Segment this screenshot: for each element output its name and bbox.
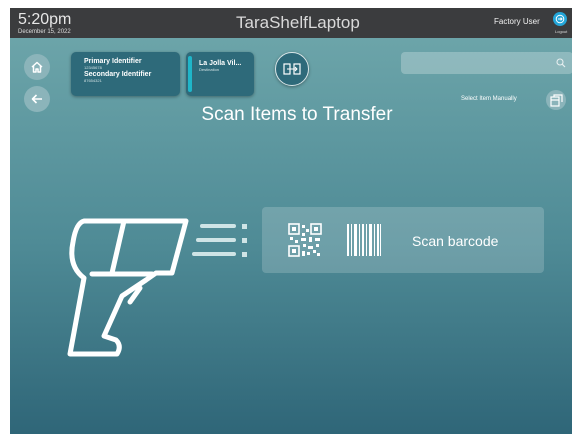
- home-icon: [31, 61, 43, 73]
- transfer-button[interactable]: [275, 52, 309, 86]
- select-item-manually-label[interactable]: Select Item Manually: [461, 96, 517, 102]
- clock-date: December 15, 2022: [18, 29, 71, 35]
- scan-barcode-label: Scan barcode: [412, 233, 499, 249]
- clock-time: 5:20pm: [18, 11, 72, 28]
- selected-indicator: [188, 56, 192, 92]
- destination-card[interactable]: La Jolla Vil... Destination: [186, 52, 254, 96]
- search-box: [401, 52, 572, 74]
- app-screen: 5:20pm December 15, 2022 TaraShelfLaptop…: [10, 8, 572, 434]
- user-name: Factory User: [494, 17, 540, 26]
- search-icon[interactable]: [556, 58, 566, 68]
- transfer-icon: [283, 63, 301, 75]
- qr-code-icon: [288, 223, 322, 257]
- home-button[interactable]: [24, 54, 50, 80]
- barcode-scanner-icon: [67, 218, 189, 357]
- top-bar: 5:20pm December 15, 2022 TaraShelfLaptop…: [10, 8, 572, 38]
- item-card[interactable]: Primary Identifier 12345678 Secondary Id…: [71, 52, 180, 96]
- primary-identifier-label: Primary Identifier: [84, 58, 142, 65]
- scan-lines: [192, 224, 247, 257]
- search-input[interactable]: [407, 55, 551, 71]
- secondary-identifier-label: Secondary Identifier: [84, 71, 152, 78]
- scan-barcode-panel[interactable]: Scan barcode: [262, 207, 544, 273]
- destination-name: La Jolla Vil...: [199, 60, 242, 67]
- barcode-icon: [347, 224, 381, 256]
- app-title: TaraShelfLaptop: [236, 13, 360, 32]
- destination-label: Destination: [199, 67, 220, 72]
- logout-icon: [555, 14, 565, 24]
- primary-identifier-value: 12345678: [84, 65, 102, 70]
- page-title: Scan Items to Transfer: [201, 104, 393, 125]
- secondary-identifier-value: 87654321: [84, 78, 102, 83]
- logout-label: Logout: [555, 29, 568, 34]
- logout-button[interactable]: [553, 12, 567, 26]
